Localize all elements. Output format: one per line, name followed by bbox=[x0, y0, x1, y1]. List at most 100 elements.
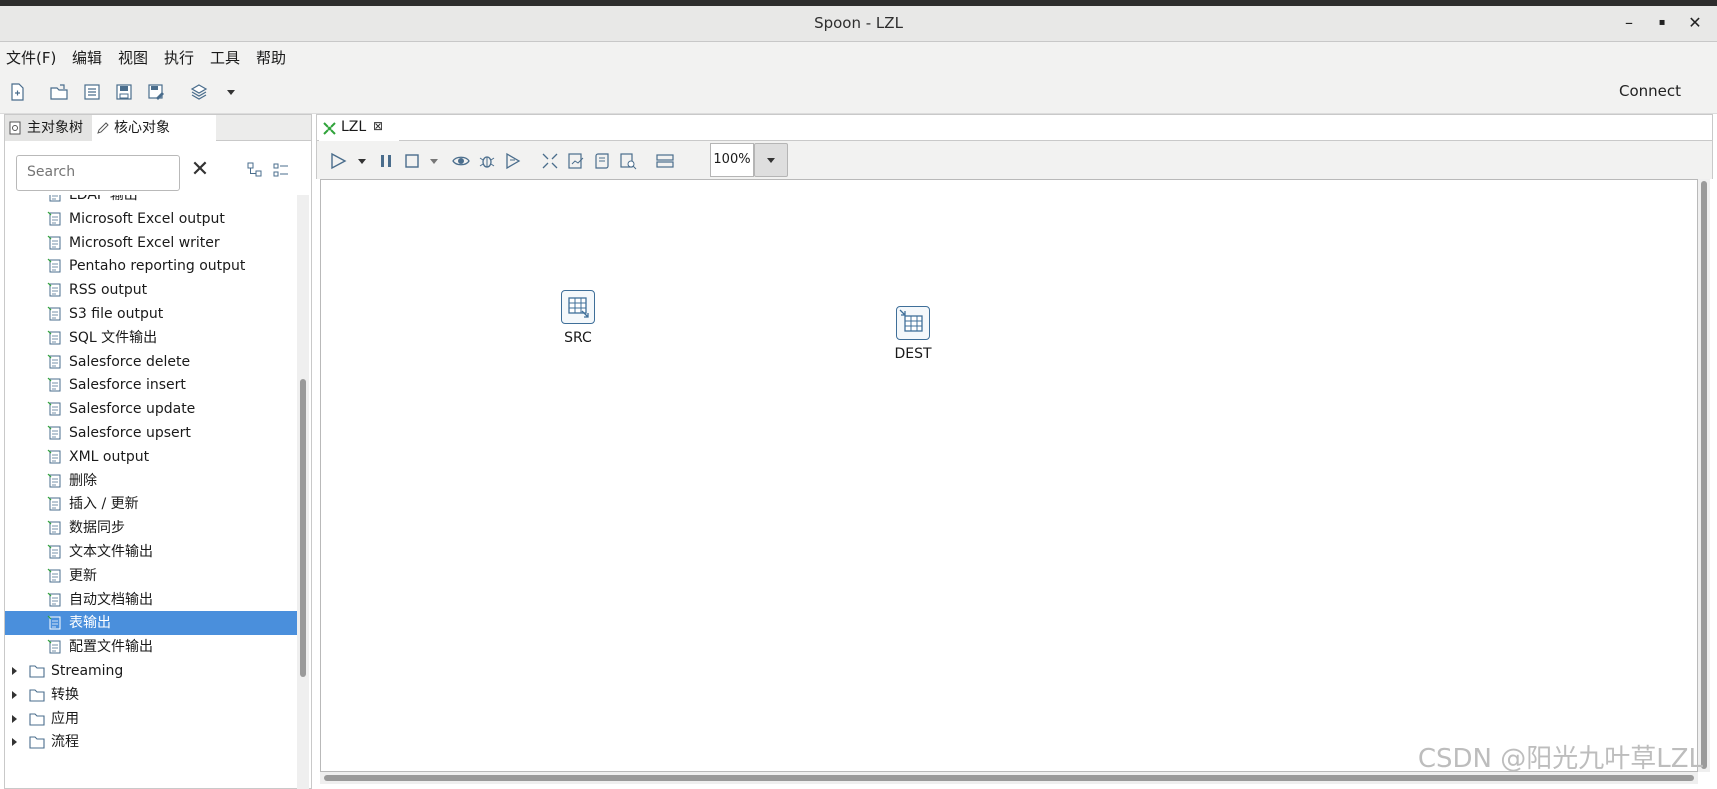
tree-item[interactable]: 插入 / 更新 bbox=[5, 492, 297, 516]
stop-icon[interactable] bbox=[403, 152, 421, 170]
left-tabs: 主对象树 核心对象 bbox=[5, 115, 311, 141]
zoom-dropdown-button[interactable] bbox=[754, 143, 788, 177]
expand-arrow-icon[interactable] bbox=[9, 663, 19, 679]
tree-scrollbar-thumb[interactable] bbox=[300, 379, 306, 677]
tree-item[interactable]: Microsoft Excel output bbox=[5, 207, 297, 231]
tree-item-label: Microsoft Excel output bbox=[69, 210, 225, 227]
menu-view[interactable]: 视图 bbox=[118, 47, 148, 68]
explore-db-icon[interactable] bbox=[619, 152, 637, 170]
tree-item[interactable]: 文本文件输出 bbox=[5, 540, 297, 564]
pause-icon[interactable] bbox=[377, 152, 395, 170]
menu-help[interactable]: 帮助 bbox=[256, 47, 286, 68]
expand-arrow-icon[interactable] bbox=[9, 687, 19, 703]
open-folder-icon[interactable] bbox=[50, 83, 68, 101]
sync-icon bbox=[47, 520, 61, 535]
tab-core-objects[interactable]: 核心对象 bbox=[92, 115, 216, 141]
tree-folder[interactable]: 流程 bbox=[5, 730, 297, 754]
tree-item[interactable]: 自动文档输出 bbox=[5, 588, 297, 612]
tree-item[interactable]: S3 file output bbox=[5, 302, 297, 326]
save-icon[interactable] bbox=[115, 83, 133, 101]
show-results-icon[interactable] bbox=[656, 152, 674, 170]
watermark: CSDN @阳光九叶草LZL bbox=[1417, 744, 1703, 774]
stop-options-chevron-icon[interactable] bbox=[425, 152, 443, 170]
tree-item[interactable]: Salesforce delete bbox=[5, 350, 297, 374]
tree-item-label: 文本文件输出 bbox=[69, 544, 153, 560]
sql-file-icon bbox=[47, 330, 61, 345]
tree-item[interactable]: XML output bbox=[5, 445, 297, 469]
tree-item[interactable]: 数据同步 bbox=[5, 516, 297, 540]
tree-item-label: Pentaho reporting output bbox=[69, 258, 246, 275]
report-icon bbox=[47, 258, 61, 273]
menu-file[interactable]: 文件(F) bbox=[6, 47, 56, 68]
replay-icon[interactable] bbox=[504, 152, 522, 170]
tree-item-label: XML output bbox=[69, 448, 150, 465]
run-options-chevron-icon[interactable] bbox=[353, 152, 371, 170]
run-icon[interactable] bbox=[329, 152, 347, 170]
tree-item-label: 表输出 bbox=[69, 615, 111, 632]
save-as-icon[interactable] bbox=[147, 83, 165, 101]
collapse-all-icon[interactable] bbox=[246, 161, 264, 179]
tree-item[interactable]: Salesforce upsert bbox=[5, 421, 297, 445]
menu-edit[interactable]: 编辑 bbox=[72, 47, 102, 68]
tree-item[interactable]: 删除 bbox=[5, 469, 297, 493]
step-dest[interactable]: DEST bbox=[868, 306, 958, 362]
new-file-icon[interactable] bbox=[8, 83, 26, 101]
window-title: Spoon - LZL bbox=[814, 14, 903, 32]
tree-item[interactable]: 表输出 bbox=[5, 611, 297, 636]
table-input-icon bbox=[561, 290, 595, 324]
canvas-vertical-scrollbar[interactable] bbox=[1698, 179, 1710, 772]
menu-run[interactable]: 执行 bbox=[164, 47, 194, 68]
clear-search-icon[interactable]: ✕ bbox=[189, 159, 211, 181]
verify-icon[interactable] bbox=[541, 152, 559, 170]
canvas-horizontal-scrollbar-thumb[interactable] bbox=[324, 775, 1694, 781]
explore-repository-icon[interactable] bbox=[83, 83, 101, 101]
salesforce-icon bbox=[47, 401, 61, 416]
tree-item[interactable]: 更新 bbox=[5, 564, 297, 588]
transformation-canvas[interactable]: SRC DEST bbox=[320, 179, 1698, 772]
tab-close-icon[interactable]: ⊠ bbox=[373, 119, 383, 133]
tree-item[interactable]: Salesforce insert bbox=[5, 373, 297, 397]
tree-item[interactable]: Pentaho reporting output bbox=[5, 254, 297, 278]
tree-folder[interactable]: 转换 bbox=[5, 683, 297, 707]
step-src[interactable]: SRC bbox=[533, 290, 623, 346]
minimize-button[interactable]: – bbox=[1618, 12, 1640, 34]
tree-item[interactable]: SQL 文件输出 bbox=[5, 326, 297, 350]
sql-icon[interactable] bbox=[593, 152, 611, 170]
expand-all-icon[interactable] bbox=[272, 161, 290, 179]
expand-arrow-icon[interactable] bbox=[9, 711, 19, 727]
maximize-button[interactable]: ▪ bbox=[1651, 12, 1673, 34]
canvas-toolbar: 100% bbox=[316, 141, 1713, 179]
tree-item[interactable]: 配置文件输出 bbox=[5, 635, 297, 659]
salesforce-icon bbox=[47, 425, 61, 440]
impact-analysis-icon[interactable] bbox=[567, 152, 585, 170]
debug-bug-icon[interactable] bbox=[478, 152, 496, 170]
preview-eye-icon[interactable] bbox=[452, 152, 470, 170]
tree-folder-label: 转换 bbox=[51, 686, 79, 703]
zoom-level-field[interactable]: 100% bbox=[710, 143, 754, 177]
expand-arrow-icon[interactable] bbox=[9, 734, 19, 750]
menu-tools[interactable]: 工具 bbox=[210, 47, 240, 68]
tree-item-label: 数据同步 bbox=[69, 520, 125, 537]
connect-button[interactable]: Connect bbox=[1619, 82, 1681, 100]
tree-folder[interactable]: Streaming bbox=[5, 659, 297, 683]
tree-item[interactable]: RSS output bbox=[5, 278, 297, 302]
s3-icon bbox=[47, 306, 61, 321]
layers-icon[interactable] bbox=[190, 83, 208, 101]
salesforce-icon bbox=[47, 354, 61, 369]
canvas-vertical-scrollbar-thumb[interactable] bbox=[1701, 181, 1707, 769]
text-file-icon bbox=[47, 544, 61, 559]
tree-folder[interactable]: 应用 bbox=[5, 707, 297, 731]
chevron-down-icon[interactable] bbox=[222, 83, 240, 101]
tree-scrollbar[interactable] bbox=[297, 195, 309, 789]
search-doc-icon bbox=[9, 121, 21, 135]
search-input[interactable] bbox=[25, 163, 177, 181]
tree-item[interactable]: Salesforce update bbox=[5, 397, 297, 421]
delete-icon bbox=[47, 473, 61, 488]
tree-item[interactable]: LDAP 输出 bbox=[5, 195, 297, 207]
tree-item[interactable]: Microsoft Excel writer bbox=[5, 231, 297, 255]
close-button[interactable]: ✕ bbox=[1684, 12, 1706, 34]
tree-item-label: 插入 / 更新 bbox=[69, 496, 139, 513]
tab-lzl[interactable]: LZL ⊠ bbox=[319, 116, 399, 141]
search-box bbox=[16, 155, 180, 191]
insert-update-icon bbox=[47, 496, 61, 511]
